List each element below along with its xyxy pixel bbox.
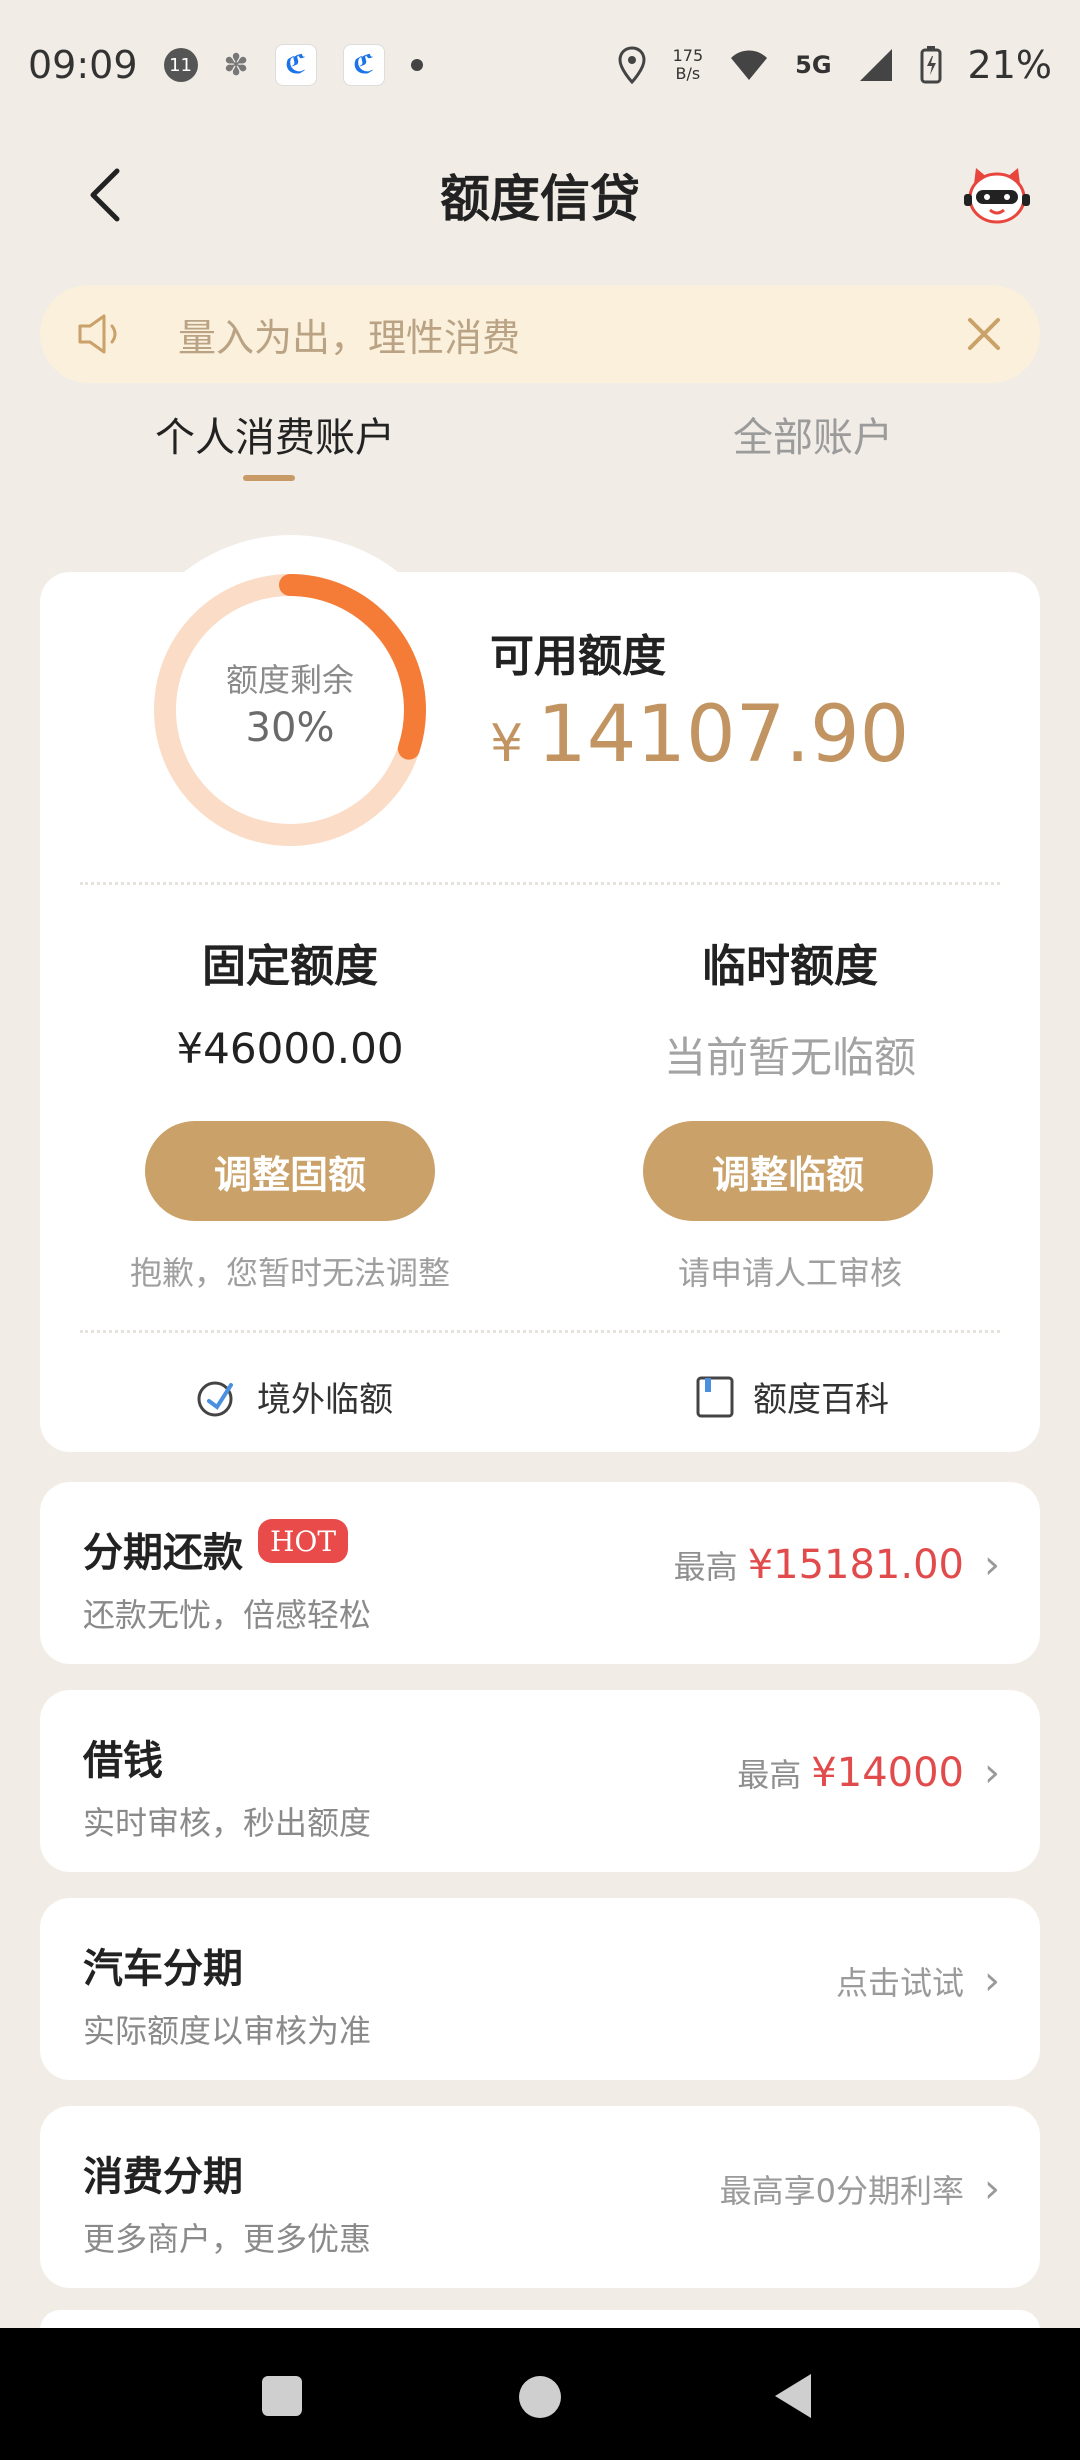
fixed-credit-note: 抱歉，您暂时无法调整: [129, 1254, 450, 1292]
battery-level: 21%: [967, 43, 1052, 87]
chevron-left-icon: [90, 168, 120, 222]
row-title: 汽车分期: [83, 1946, 243, 1992]
max-prefix: 最高: [673, 1548, 738, 1586]
available-credit-amount: ¥ 14107.90: [490, 690, 909, 780]
account-tabs: 个人消费账户 全部账户: [0, 405, 1080, 495]
mascot-avatar-button[interactable]: [962, 162, 1032, 232]
list-item-installment-repayment[interactable]: 分期还款 HOT 还款无忧，倍感轻松 最高 ¥15181.00 ›: [40, 1482, 1040, 1664]
battery-icon: [920, 46, 942, 84]
chevron-right-icon: ›: [984, 1750, 1000, 1796]
row-action-text: 点击试试: [835, 1964, 964, 2002]
hot-badge: HOT: [258, 1519, 349, 1563]
row-subtitle: 实时审核，秒出额度: [83, 1804, 372, 1842]
telecom-app-icon-2: ℭ: [342, 44, 385, 86]
chevron-right-icon: ›: [984, 1542, 1000, 1588]
row-title: 分期还款: [83, 1530, 243, 1576]
speed-value: 175: [672, 46, 704, 65]
max-amount: ¥14000: [811, 1750, 964, 1796]
available-amount-value: 14107.90: [537, 690, 910, 780]
temporary-credit-value: 当前暂无临额: [663, 1033, 916, 1082]
credit-encyclopedia-label: 额度百科: [753, 1380, 889, 1420]
flower-icon: ✽: [223, 47, 249, 83]
chevron-right-icon: ›: [984, 1958, 1000, 2004]
status-bar: 09:09 11 ✽ ℭ ℭ 175 B/s 5G 21%: [0, 0, 1080, 130]
book-icon: [696, 1376, 734, 1417]
speed-unit: B/s: [675, 64, 701, 83]
available-credit-label: 可用额度: [490, 631, 666, 682]
more-notifications-dot: [410, 59, 423, 71]
max-prefix: 最高: [737, 1756, 802, 1794]
ring-percent: 30%: [245, 705, 335, 751]
adjust-fixed-credit-button[interactable]: 调整固额: [145, 1121, 435, 1221]
list-item-consumer-installment[interactable]: 消费分期 更多商户，更多优惠 最高享0分期利率 ›: [40, 2106, 1040, 2288]
network-speed: 175 B/s: [673, 47, 704, 83]
mascot-icon: [964, 168, 1030, 224]
currency-symbol: ¥: [490, 714, 524, 774]
status-time: 09:09: [28, 43, 138, 87]
page-title: 额度信贷: [440, 170, 640, 228]
divider-2: [80, 1330, 1000, 1333]
app-header: 额度信贷: [0, 130, 1080, 260]
adjust-temporary-credit-button[interactable]: 调整临额: [643, 1121, 933, 1221]
row-action-text: 最高享0分期利率: [719, 2172, 964, 2210]
close-icon[interactable]: [964, 314, 1004, 354]
credit-encyclopedia-link[interactable]: 额度百科: [695, 1372, 889, 1421]
fixed-credit-value: ¥46000.00: [176, 1024, 404, 1073]
list-item-car-installment[interactable]: 汽车分期 实际额度以审核为准 点击试试 ›: [40, 1898, 1040, 2080]
tab-all-accounts[interactable]: 全部账户: [733, 405, 893, 463]
wifi-icon: [731, 50, 768, 80]
back-nav-button[interactable]: [775, 2374, 811, 2418]
chevron-right-icon: ›: [984, 2166, 1000, 2212]
system-navigation-bar: [0, 2328, 1080, 2460]
notification-count-icon: 11: [163, 48, 198, 82]
notice-text: 量入为出，理性消费: [178, 315, 521, 360]
max-amount: ¥15181.00: [747, 1542, 964, 1588]
overseas-credit-link[interactable]: 境外临额: [195, 1372, 393, 1421]
active-tab-indicator: [243, 475, 295, 481]
ring-label: 额度剩余: [225, 661, 354, 699]
row-title: 消费分期: [83, 2154, 243, 2200]
network-type: 5G: [795, 51, 832, 79]
overseas-credit-label: 境外临额: [257, 1380, 393, 1420]
row-right: 最高 ¥14000 ›: [737, 1750, 1000, 1796]
row-right: 最高 ¥15181.00 ›: [674, 1542, 1000, 1588]
home-button[interactable]: [519, 2376, 561, 2418]
list-item-borrow[interactable]: 借钱 实时审核，秒出额度 最高 ¥14000 ›: [40, 1690, 1040, 1872]
row-subtitle: 更多商户，更多优惠: [83, 2220, 372, 2258]
fixed-credit-title: 固定额度: [202, 941, 378, 992]
row-subtitle: 还款无忧，倍感轻松: [83, 1596, 372, 1634]
divider: [80, 882, 1000, 885]
globe-plane-icon: [197, 1381, 233, 1416]
back-button[interactable]: [70, 160, 140, 230]
row-subtitle: 实际额度以审核为准: [83, 2012, 372, 2050]
telecom-app-icon: ℭ: [274, 44, 317, 86]
tab-personal-consumer-account[interactable]: 个人消费账户: [155, 405, 395, 463]
row-right: 最高享0分期利率 ›: [720, 2166, 1000, 2212]
signal-icon: [859, 49, 892, 81]
recent-apps-button[interactable]: [262, 2376, 302, 2416]
row-right: 点击试试 ›: [836, 1958, 1000, 2004]
speaker-icon: [78, 314, 117, 354]
row-title: 借钱: [83, 1738, 163, 1784]
temporary-credit-note: 请申请人工审核: [677, 1254, 902, 1292]
notice-banner: 量入为出，理性消费: [40, 285, 1040, 383]
location-icon: [618, 46, 646, 84]
temporary-credit-title: 临时额度: [702, 941, 878, 992]
